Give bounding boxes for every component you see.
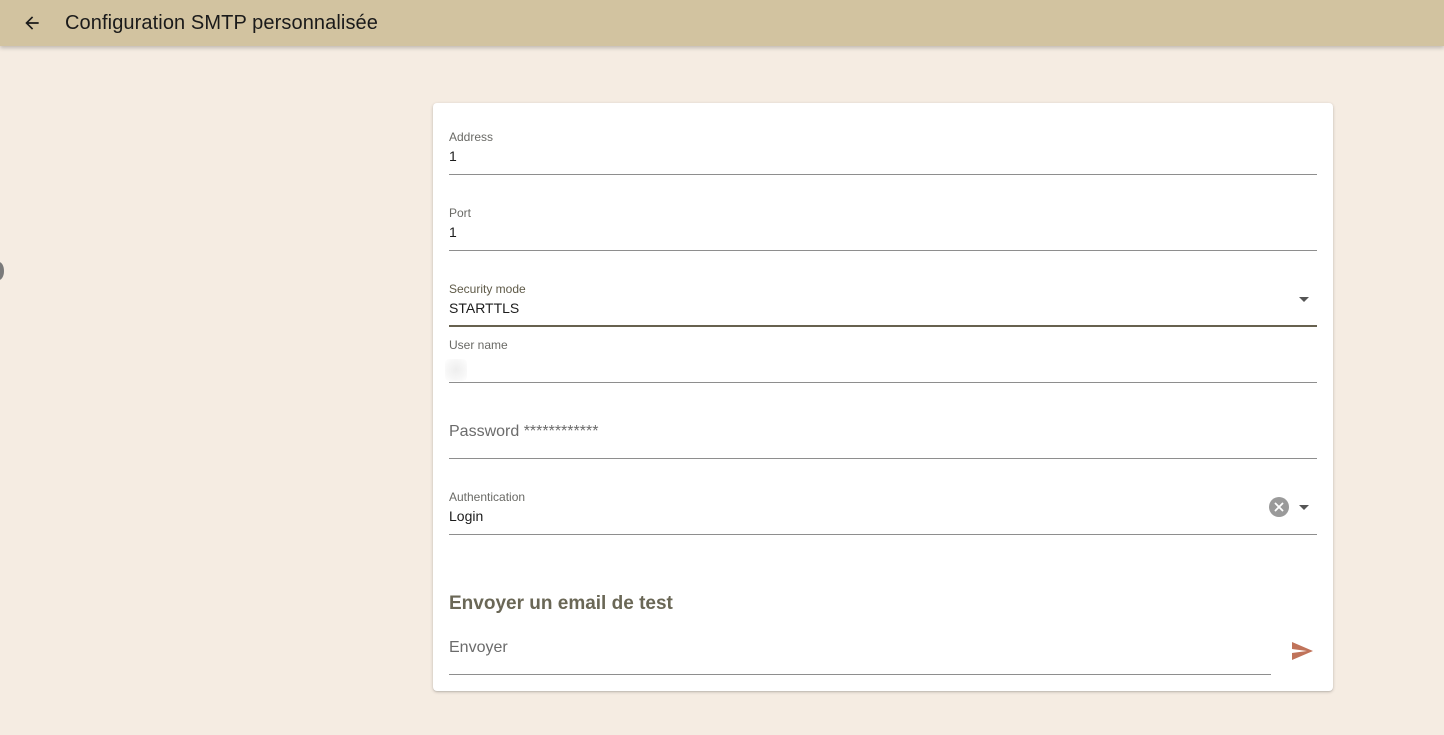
port-label: Port	[449, 206, 472, 220]
password-field[interactable]: Password ************	[449, 409, 1317, 459]
password-placeholder[interactable]: Password ************	[449, 423, 598, 441]
page-title: Configuration SMTP personnalisée	[65, 11, 379, 34]
address-label: Address	[449, 130, 494, 144]
chevron-down-icon[interactable]	[1299, 505, 1309, 510]
address-field[interactable]: Address 1	[449, 125, 1317, 175]
drawer-handle[interactable]	[0, 262, 4, 280]
port-value[interactable]: 1	[449, 224, 457, 240]
security-mode-label: Security mode	[449, 282, 526, 296]
send-icon	[1292, 642, 1313, 660]
test-email-heading: Envoyer un email de test	[449, 593, 673, 614]
autofill-icon	[445, 359, 467, 381]
authentication-value: Login	[449, 508, 484, 524]
security-mode-select[interactable]: Security mode STARTTLS	[449, 277, 1317, 327]
test-email-input[interactable]: Envoyer	[449, 631, 1271, 675]
port-field[interactable]: Port 1	[449, 201, 1317, 251]
security-mode-value: STARTTLS	[449, 300, 520, 316]
user-name-label: User name	[449, 338, 508, 352]
user-name-field[interactable]: User name	[445, 333, 1317, 383]
address-value[interactable]: 1	[449, 148, 457, 164]
back-button[interactable]	[12, 3, 52, 43]
authentication-label: Authentication	[449, 490, 526, 504]
chevron-down-icon[interactable]	[1299, 297, 1309, 302]
smtp-form-card: Address 1 Port 1 Security mode STARTTLS …	[433, 103, 1333, 691]
send-test-email-button[interactable]	[1284, 633, 1320, 669]
authentication-select[interactable]: Authentication Login	[449, 485, 1317, 535]
test-email-placeholder[interactable]: Envoyer	[449, 639, 508, 657]
app-bar: Configuration SMTP personnalisée	[0, 0, 1444, 46]
clear-icon[interactable]	[1269, 497, 1289, 517]
arrow-left-icon	[25, 16, 39, 30]
